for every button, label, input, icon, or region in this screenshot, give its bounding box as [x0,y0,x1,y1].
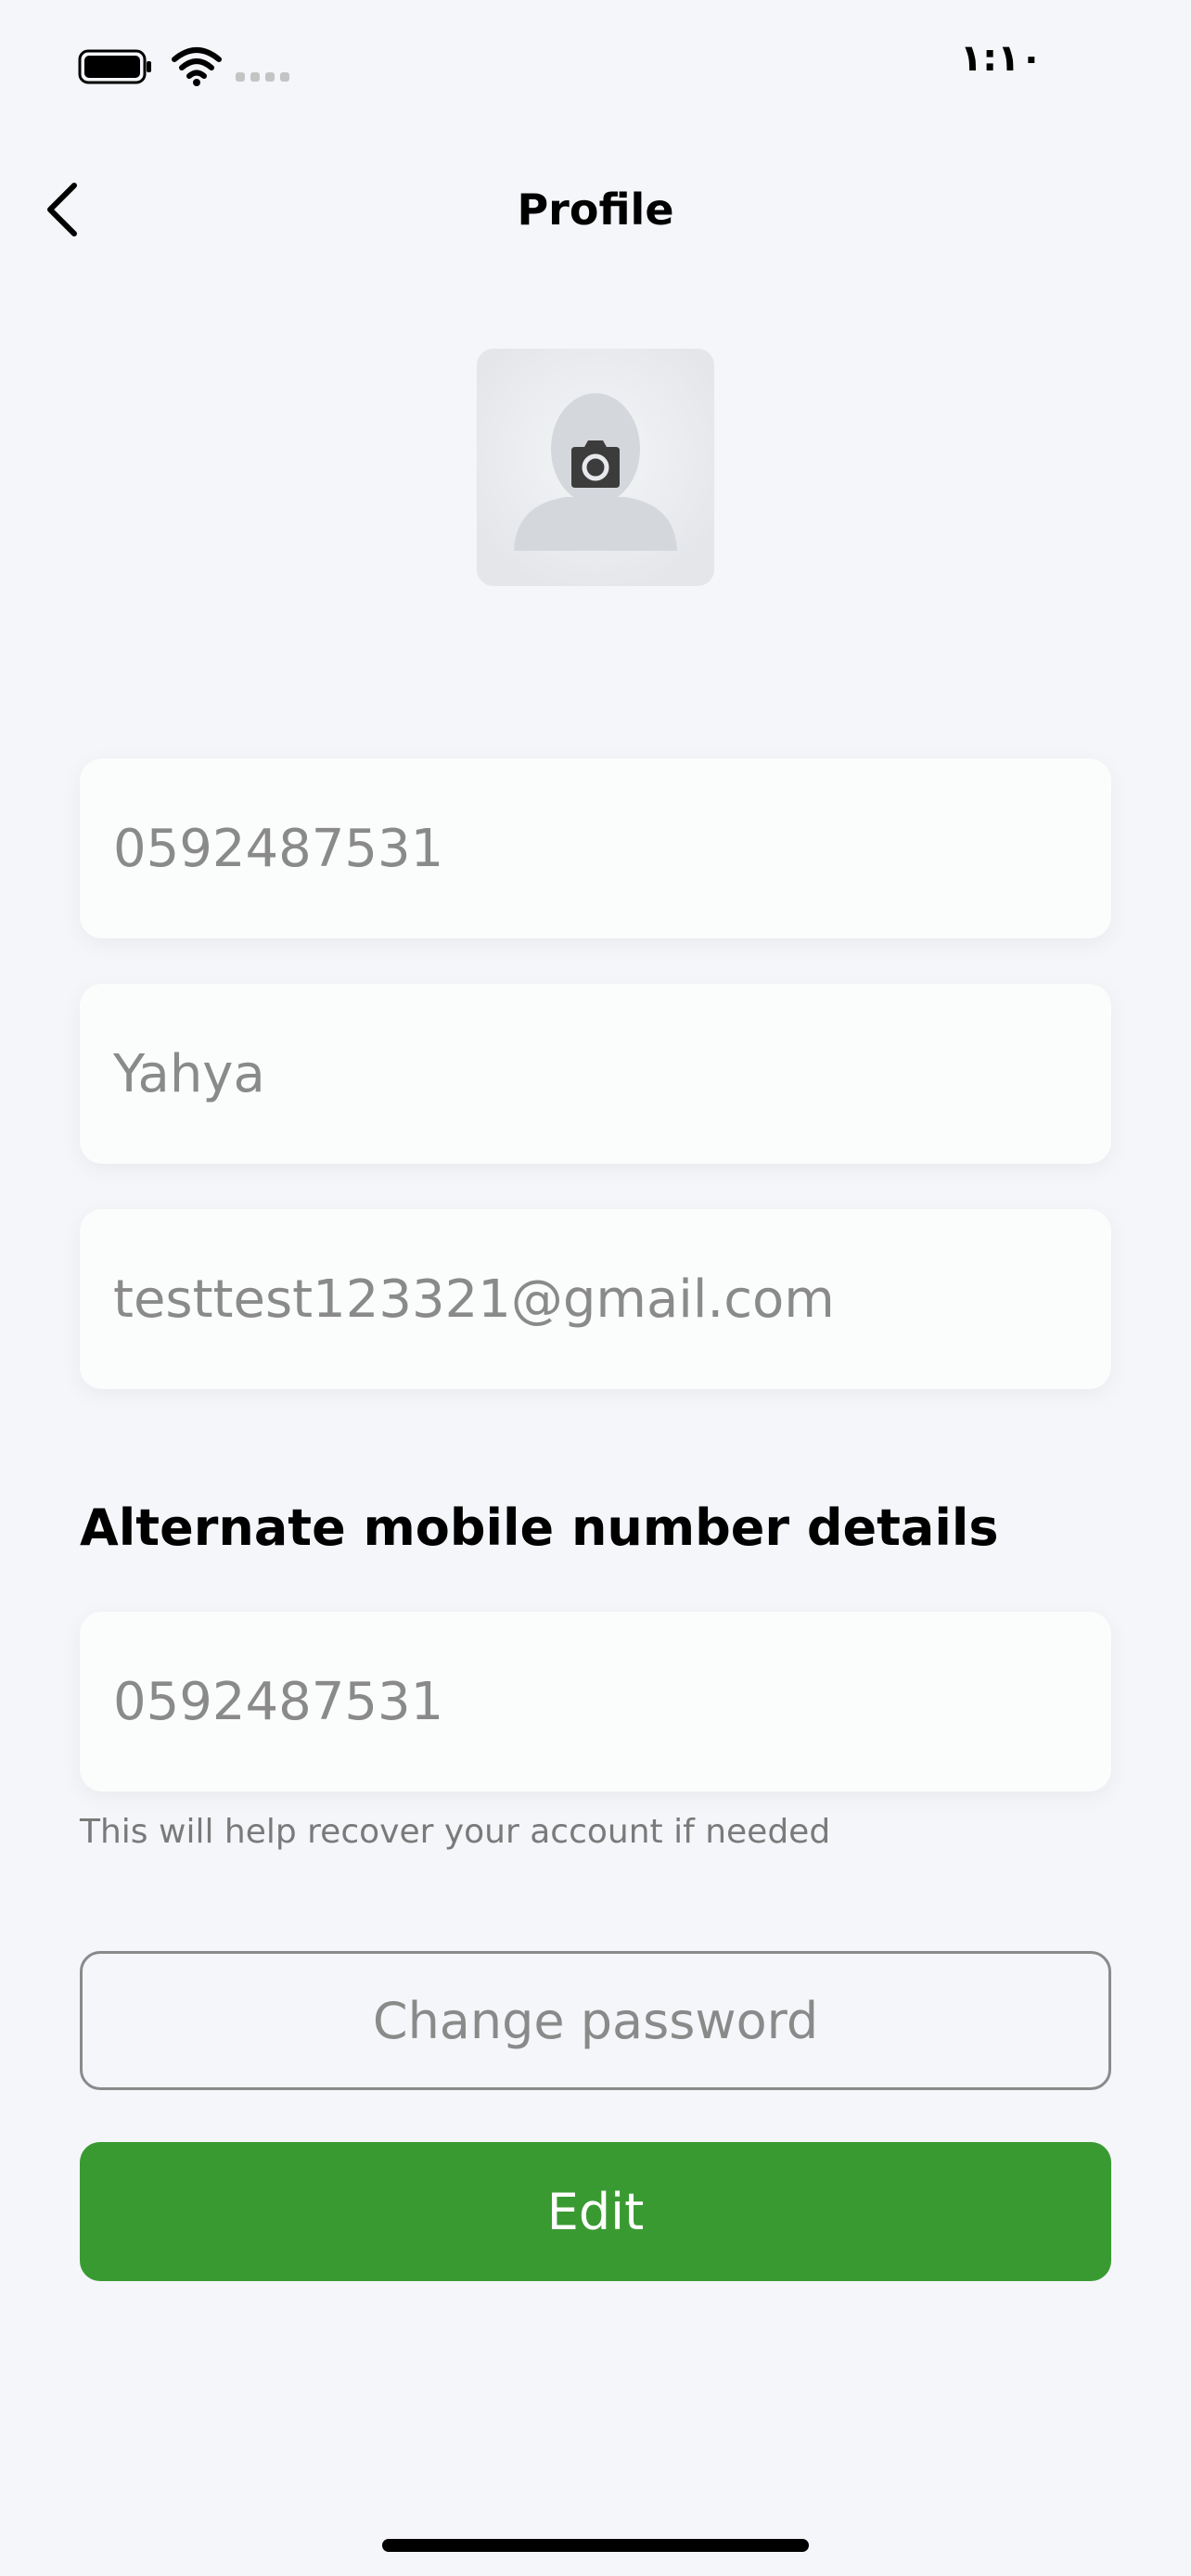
avatar-upload[interactable] [477,349,714,586]
chevron-left-icon [47,183,77,236]
back-button[interactable] [33,172,89,247]
battery-icon [78,49,151,84]
edit-button[interactable]: Edit [80,2142,1111,2281]
page-title: Profile [517,185,674,235]
phone-field[interactable]: 0592487531 [80,759,1111,938]
signal-icon [236,72,289,82]
status-bar: ١:١٠ [0,0,1191,130]
alternate-phone-field[interactable]: 0592487531 [80,1612,1111,1792]
wifi-icon [172,47,222,86]
email-field[interactable]: testtest123321@gmail.com [80,1209,1111,1389]
alternate-section-heading: Alternate mobile number details [80,1498,999,1557]
change-password-button[interactable]: Change password [80,1951,1111,2090]
home-indicator [382,2539,809,2552]
alternate-helper-text: This will help recover your account if n… [80,1813,831,1851]
status-time: ١:١٠ [959,37,1043,80]
name-field[interactable]: Yahya [80,984,1111,1164]
camera-icon [571,440,620,488]
